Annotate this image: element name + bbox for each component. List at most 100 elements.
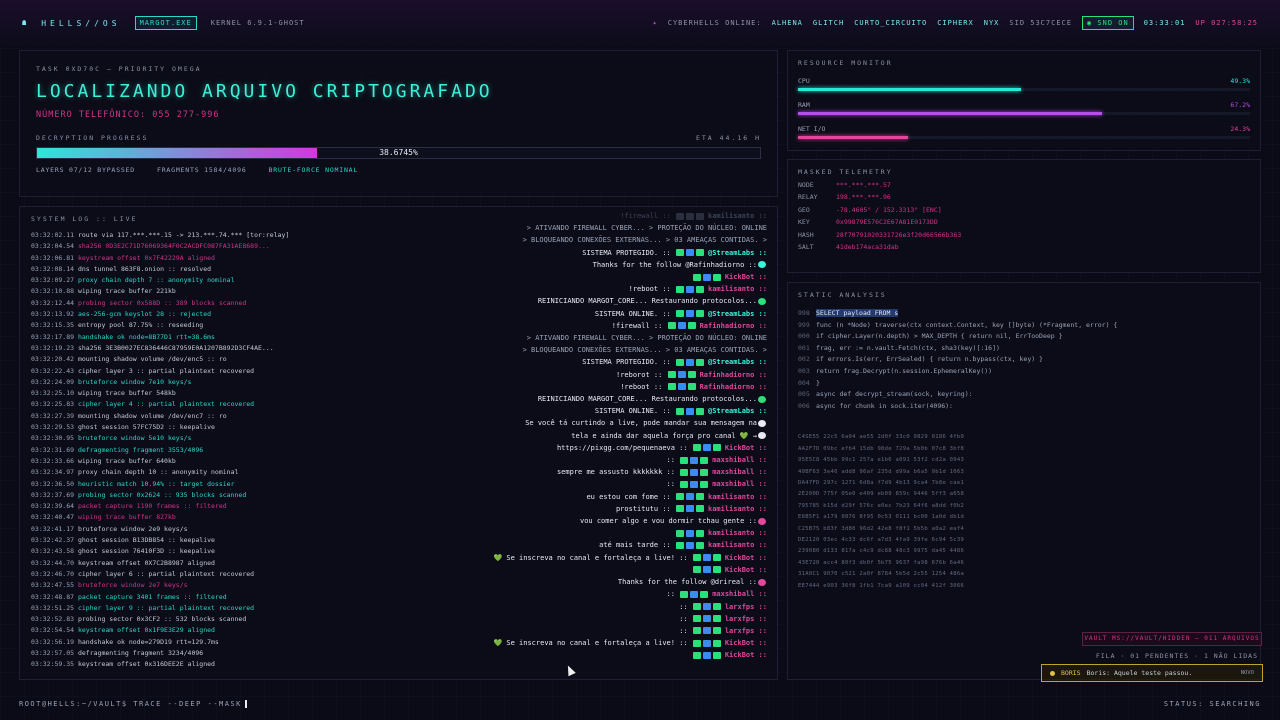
notification-toast[interactable]: BORIS Boris: Aquele teste passou. NOVO (1041, 664, 1263, 682)
log-message: ghost session 76410F3D :: keepalive (77, 547, 215, 556)
chat-text: SISTEMA ONLINE. :: (594, 407, 671, 416)
log-message: bruteforce window 2e9 keys/s (77, 524, 188, 533)
chat-username[interactable]: kamilisanto :: (708, 285, 767, 293)
badge-icon (692, 444, 701, 452)
log-line: 03:32:31.69 defragmenting fragment 3553/… (31, 445, 331, 456)
status-text: STATUS: SEARCHING (1163, 700, 1261, 708)
chat-username[interactable]: Rafinhadiorno :: (700, 371, 767, 379)
chat-message: vou comer algo e vou dormir tchau gente … (297, 515, 767, 527)
chat-username[interactable]: KickBot :: (725, 639, 767, 647)
decryption-progress-bar: 38.6745% (36, 147, 761, 159)
log-message: entropy pool 87.75% :: reseeding (77, 321, 204, 330)
chat-username[interactable]: KickBot :: (725, 554, 767, 562)
chat-username[interactable]: maxshiball :: (712, 590, 767, 598)
log-time: 03:32:54.54 (31, 626, 75, 635)
log-message: wiping trace buffer 827kb (77, 513, 176, 522)
chat-username[interactable]: maxshiball :: (712, 456, 767, 464)
chat-message: SISTEMA PROTEGIDO. :: @StreamLabs :: (297, 356, 767, 368)
resource-value: 49.3% (1230, 77, 1250, 85)
chat-text: eu estou com fome :: (586, 492, 671, 501)
chat-username[interactable]: @StreamLabs :: (708, 310, 767, 318)
code-text: async for chunk in sock.iter(4096): (816, 401, 953, 410)
log-time: 03:32:09.27 (31, 276, 75, 285)
online-user[interactable]: GLITCH (813, 19, 844, 27)
log-line: 03:32:37.69 probing sector 0x2624 :: 935… (31, 490, 331, 501)
chat-username[interactable]: Rafinhadiorno :: (700, 383, 767, 391)
chat-text: 💚 Se inscreva no canal e fortaleça a liv… (493, 553, 688, 562)
status-icon (758, 419, 766, 427)
online-user[interactable]: CIPHERX (937, 19, 974, 27)
log-time: 03:32:10.88 (31, 287, 75, 296)
chat-username[interactable]: @StreamLabs :: (708, 249, 767, 257)
chat-username[interactable]: kamilisanto :: (708, 529, 767, 537)
line-number: 000 (798, 332, 810, 341)
log-message: packet capture 1190 frames :: filtered (77, 502, 227, 511)
chat-username[interactable]: KickBot :: (725, 444, 767, 452)
top-bar: ☗ HELLS//OS MARGOT.EXE KERNEL 6.9.1-GHOS… (0, 0, 1280, 46)
chat-username[interactable]: larxfps :: (725, 615, 767, 623)
sound-toggle[interactable]: ◉ SND ON (1081, 16, 1134, 30)
chat-message: tela e ainda dar aquela força pro canal … (297, 430, 767, 442)
log-message: probing sector 0x588D :: 389 blocks scan… (77, 298, 247, 307)
log-line: 03:32:47.55 bruteforce window 2e7 keys/s (31, 580, 331, 591)
chat-username[interactable]: KickBot :: (725, 566, 767, 574)
telemetry-row: HASH 28f70791020331726e3f20d66566b363 (798, 231, 1250, 239)
chat-username[interactable]: maxshiball :: (712, 468, 767, 476)
online-user[interactable]: ALHENA (772, 19, 803, 27)
chat-text: :: (679, 614, 688, 623)
resource-label: RESOURCE MONITOR (798, 59, 893, 67)
chat-username[interactable]: maxshiball :: (712, 480, 767, 488)
chat-username[interactable]: larxfps :: (725, 627, 767, 635)
chat-username[interactable]: kamilisanto :: (708, 505, 767, 513)
chat-message: 💚 Se inscreva no canal e fortaleça a liv… (297, 552, 767, 564)
chat-username[interactable]: kamilisanto :: (708, 541, 767, 549)
badge-icon (700, 480, 709, 488)
log-time: 03:32:37.69 (31, 490, 75, 499)
code-view[interactable]: 998 SELECT payload FROM s 999 func (n *Node… (798, 308, 1250, 412)
badge-icon (702, 603, 711, 610)
log-message: keystream offset 0X7C2B8987 aligned (77, 558, 215, 567)
badge-icon (702, 444, 711, 452)
log-line: 03:32:27.39 mounting shadow volume /dev/… (31, 411, 331, 422)
command-prompt[interactable]: ROOT@HELLS:~/VAULT$ TRACE --DEEP --MASK (19, 700, 247, 708)
chat-text: :: (666, 480, 675, 489)
badge-icon (695, 407, 704, 415)
log-time: 03:32:39.64 (31, 502, 75, 511)
hex-line: DA47FD 297c 1271 6d8a f7d9 4b13 9ca4 7b8… (798, 479, 965, 486)
telemetry-value: 28f70791020331726e3f20d66566b363 (836, 230, 962, 239)
chat-username[interactable]: @StreamLabs :: (708, 407, 767, 415)
log-time: 03:32:56.19 (31, 637, 75, 646)
telemetry-key: SALT (798, 242, 814, 251)
online-user[interactable]: NYX (984, 19, 1000, 27)
user-badge[interactable]: MARGOT.EXE (134, 16, 197, 30)
chat-message: eu estou com fome :: kamilisanto :: (297, 491, 767, 503)
log-time: 03:32:17.89 (31, 332, 75, 341)
chat-message: !reboot :: kamilisanto :: (297, 283, 767, 295)
chat-username[interactable]: kamilisanto :: (708, 212, 767, 220)
badge-icon (667, 383, 676, 391)
badge-icon (677, 371, 686, 379)
log-lines[interactable]: 03:32:02.11 route via 117.***.***.15 -> … (31, 230, 331, 676)
badge-icon (675, 310, 684, 318)
chat-message: SISTEMA PROTEGIDO. :: @StreamLabs :: (297, 247, 767, 259)
online-user[interactable]: CURTO_CIRCUITO (854, 19, 927, 27)
chat-username[interactable]: kamilisanto :: (708, 493, 767, 501)
chat-username[interactable]: @StreamLabs :: (708, 358, 767, 366)
chat-username[interactable]: Rafinhadiorno :: (700, 322, 767, 330)
mouse-cursor-icon (564, 663, 576, 677)
telemetry-value: ***.***.***.57 (836, 181, 891, 189)
chat-username[interactable]: larxfps :: (725, 603, 767, 611)
chat-overlay[interactable]: !firewall :: kamilisanto :: > ATIVANDO FI… (297, 210, 767, 662)
chat-username[interactable]: KickBot :: (725, 651, 767, 659)
resource-head: CPU 49.3% (798, 77, 1250, 85)
chat-text: :: (666, 456, 675, 465)
vault-badge[interactable]: VAULT MS://VAULT/HIDDEN — 011 ARQUIVOS (1082, 632, 1262, 646)
badge-icon (692, 603, 701, 610)
hex-line: E6B5F1 a179 0876 8f95 0c53 0111 bc00 1a0… (798, 514, 965, 521)
chat-username[interactable]: KickBot :: (725, 273, 767, 281)
page-title: LOCALIZANDO ARQUIVO CRIPTOGRAFADO (36, 81, 493, 102)
chat-text: sempre me assusto kkkkkkk :: (556, 468, 675, 477)
badge-icon (690, 468, 699, 476)
log-label: SYSTEM LOG :: LIVE (31, 215, 138, 223)
log-message: cipher layer 3 :: partial plaintext reco… (77, 366, 255, 375)
